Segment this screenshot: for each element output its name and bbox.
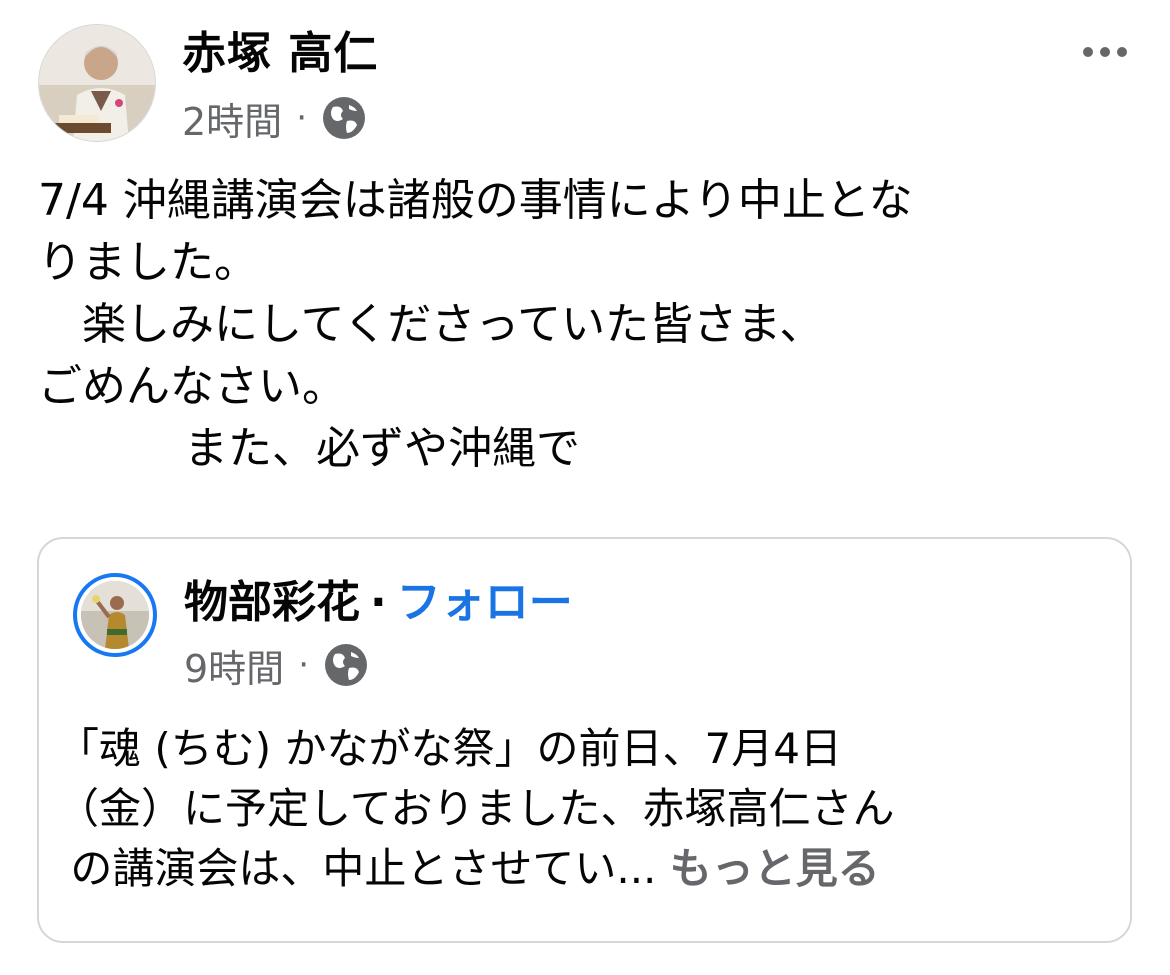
- post-body: 7/4 沖縄講演会は諸般の事情により中止とな りました。 楽しみにしてくださって…: [38, 170, 1128, 480]
- shared-author-name[interactable]: 物部彩花: [184, 577, 360, 628]
- shared-author-row: 物部彩花 · フォロー: [184, 575, 573, 631]
- shared-meta-separator: ·: [298, 645, 309, 685]
- post-text-line: りました。: [38, 237, 258, 288]
- shared-post-time[interactable]: 9時間: [184, 638, 284, 693]
- more-dot: [1100, 47, 1110, 57]
- globe-icon[interactable]: [323, 642, 369, 688]
- post-text-line: 楽しみにしてくださっていた皆さま、: [38, 299, 824, 350]
- author-avatar[interactable]: [38, 24, 156, 142]
- more-dot: [1117, 47, 1127, 57]
- shared-text-line-content: の講演会は、中止とさせてい...: [57, 844, 657, 893]
- follow-separator: ·: [370, 577, 387, 628]
- shared-text-line: の講演会は、中止とさせてい... もっと見る: [57, 839, 1117, 899]
- shared-author-avatar[interactable]: [73, 573, 157, 657]
- post-text-line: ごめんなさい。: [38, 361, 346, 412]
- post-meta: 2時間 ·: [182, 94, 367, 144]
- author-avatar-image: [39, 25, 155, 141]
- post-time[interactable]: 2時間: [182, 91, 282, 146]
- more-options-icon[interactable]: [1083, 40, 1131, 64]
- shared-post-meta: 9時間 ·: [184, 641, 369, 691]
- shared-post-body: 「魂 (ちむ) かながな祭」の前日、7月4日 （金）に予定しておりました、赤塚高…: [57, 719, 1117, 899]
- shared-post-card[interactable]: 物部彩花 · フォロー 9時間 · 「魂 (ちむ) かながな祭」の前日、7月4日 （…: [37, 537, 1132, 943]
- shared-author-avatar-image: [81, 581, 149, 649]
- follow-button[interactable]: フォロー: [397, 577, 573, 628]
- author-name[interactable]: 赤塚 高仁: [182, 26, 378, 82]
- shared-text-line: 「魂 (ちむ) かながな祭」の前日、7月4日: [57, 724, 842, 773]
- post-text-line: 7/4 沖縄講演会は諸般の事情により中止とな: [38, 175, 913, 226]
- globe-icon[interactable]: [321, 95, 367, 141]
- shared-text-line: （金）に予定しておりました、赤塚高仁さん: [57, 784, 895, 833]
- more-dot: [1083, 47, 1093, 57]
- post-text-line: また、必ずや沖縄で: [38, 423, 580, 474]
- see-more-link[interactable]: もっと見る: [670, 844, 880, 893]
- meta-separator: ·: [296, 98, 307, 138]
